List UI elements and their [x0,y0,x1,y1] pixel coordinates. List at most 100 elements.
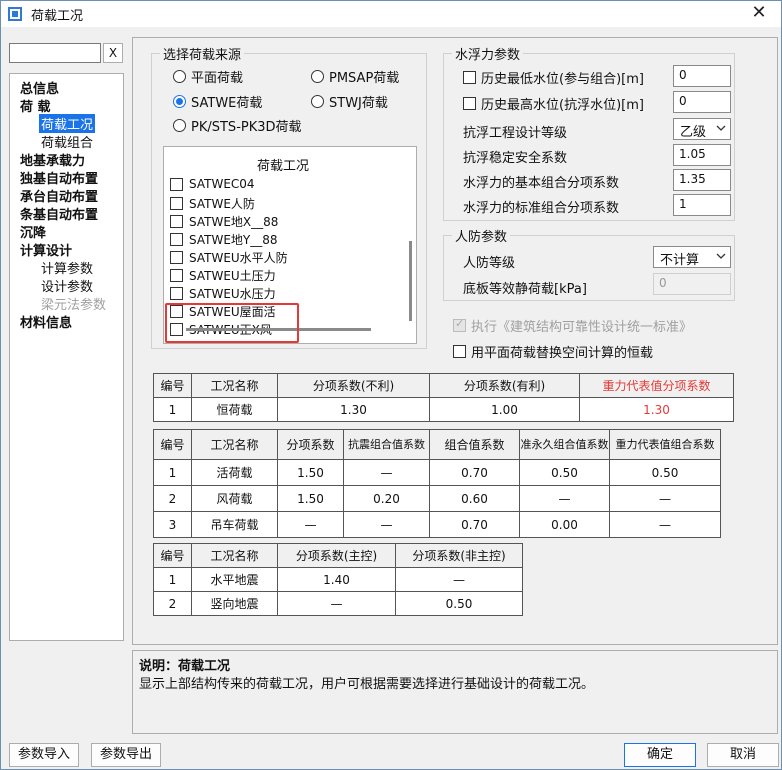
checkbox[interactable] [170,287,183,300]
civil-defense-grade-select[interactable]: 不计算 [653,246,731,268]
tree-item-calc-params[interactable]: 计算参数 [41,258,93,277]
tree-item-calc-design[interactable]: 计算设计 [20,240,72,259]
checkbox[interactable] [170,269,183,282]
table-cell[interactable]: — [609,511,721,538]
table-cell[interactable]: — [395,567,523,592]
tree-item-load-combos[interactable]: 荷载组合 [41,132,93,151]
table-cell: 3 [153,511,192,538]
ok-button[interactable]: 确定 [624,743,696,767]
table-cell[interactable]: — [343,511,430,538]
select-value: 不计算 [660,253,700,268]
low-water-field[interactable]: 0 [673,65,731,87]
stability-field[interactable]: 1.05 [673,144,731,166]
list-item[interactable]: SATWEU水平人防 [170,249,288,266]
table-header-row: 编号 工况名称 分项系数(不利) 分项系数(有利) 重力代表值分项系数 [153,373,734,398]
tree-item-strip-footing[interactable]: 条基自动布置 [20,204,98,223]
tree-item-isolated-footing[interactable]: 独基自动布置 [20,168,98,187]
search-input[interactable] [9,43,101,63]
table-cell[interactable]: 1.50 [277,459,344,486]
civil-defense-grade-label: 人防等级 [463,256,516,271]
app-icon [8,7,22,21]
table-cell: 恒荷载 [191,397,278,422]
tree-item-general[interactable]: 总信息 [20,78,59,97]
table-header-cell: 工况名称 [191,543,278,568]
table-cell[interactable]: 0.50 [609,459,721,486]
radio-pmsap-load[interactable]: PMSAP荷载 [311,67,399,86]
table-header-cell: 编号 [153,373,192,398]
high-water-field[interactable]: 0 [673,91,731,113]
table-cell: 2 [153,485,192,512]
radio-satwe-load[interactable]: SATWE荷载 [173,92,262,111]
checkbox-label: 历史最高水位(抗浮水位)[m] [481,98,644,113]
table-header-cell: 分项系数(主控) [277,543,396,568]
table-header-cell: 编号 [153,429,192,460]
load-source-title: 选择荷载来源 [160,44,245,63]
standard-factor-field[interactable]: 1 [673,194,731,216]
replace-dead-load-checkbox[interactable]: 用平面荷载替换空间计算的恒载 [453,342,653,361]
table-cell[interactable]: 1.30 [277,397,430,422]
standard-checkbox: 执行《建筑结构可靠性设计统一标准》 [453,316,692,335]
tree-item-materials[interactable]: 材料信息 [20,312,72,331]
table-cell[interactable]: 0.50 [395,591,523,616]
tree-item-beam-element: 梁元法参数 [41,298,107,313]
list-item[interactable]: SATWE地Y__88 [170,231,278,248]
radio-plane-load[interactable]: 平面荷载 [173,67,243,86]
table-header-cell: 分项系数(非主控) [395,543,523,568]
checkbox[interactable] [170,251,183,264]
table-cell[interactable]: 0.60 [429,485,520,512]
cancel-button[interactable]: 取消 [707,743,779,767]
export-params-button[interactable]: 参数导出 [91,743,161,767]
table-cell[interactable]: 0.20 [343,485,430,512]
tree-item-load-cases[interactable]: 荷载工况 [39,114,96,133]
checkbox[interactable] [463,97,476,110]
checkbox[interactable] [170,177,183,191]
table-cell[interactable]: — [519,485,610,512]
tree-item-settlement[interactable]: 沉降 [20,222,46,241]
table-header-cell: 重力代表值组合系数 [609,429,721,460]
list-item[interactable]: SATWEC04 [170,177,255,191]
checkbox[interactable] [463,71,476,84]
table-cell[interactable]: 0.00 [519,511,610,538]
anti-float-grade-select[interactable]: 乙级 [673,118,731,140]
high-water-checkbox[interactable]: 历史最高水位(抗浮水位)[m] [463,94,644,113]
tree-item-pile-cap[interactable]: 承台自动布置 [20,186,98,205]
table-cell[interactable]: — [277,511,344,538]
checkbox[interactable] [170,215,183,228]
table-cell[interactable]: — [343,459,430,486]
radio-dot [311,70,324,83]
anti-float-grade-label: 抗浮工程设计等级 [463,126,568,141]
checkbox[interactable] [170,197,183,210]
table-header-cell: 编号 [153,543,192,568]
checkbox-label: 历史最低水位(参与组合)[m] [481,72,644,87]
checkbox[interactable] [453,345,466,358]
basic-factor-field[interactable]: 1.35 [673,169,731,191]
tree-item-bearing[interactable]: 地基承载力 [20,150,85,169]
close-icon[interactable]: ✕ [737,1,781,27]
list-item[interactable]: SATWE人防 [170,195,255,212]
radio-dot [173,119,186,132]
table-cell[interactable]: 0.50 [519,459,610,486]
table-cell[interactable]: 1.00 [429,397,580,422]
radio-stwj-load[interactable]: STWJ荷载 [311,92,388,111]
table-cell[interactable]: 0.70 [429,459,520,486]
vertical-scrollbar[interactable] [409,241,412,321]
checkbox[interactable] [170,233,183,246]
list-item[interactable]: SATWEU水压力 [170,285,276,302]
clear-search-button[interactable]: X [103,43,123,63]
list-item[interactable]: SATWEU土压力 [170,267,276,284]
low-water-checkbox[interactable]: 历史最低水位(参与组合)[m] [463,68,644,87]
table-cell[interactable]: — [609,485,721,512]
tree-item-design-params[interactable]: 设计参数 [41,276,93,295]
table-cell[interactable]: 1.40 [277,567,396,592]
list-item[interactable]: SATWE地X__88 [170,213,278,230]
table-cell[interactable]: — [277,591,396,616]
tree-item-loads[interactable]: 荷 载 [20,96,51,115]
import-params-button[interactable]: 参数导入 [9,743,79,767]
table-header-cell: 抗震组合值系数 [343,429,430,460]
radio-pk-sts-load[interactable]: PK/STS-PK3D荷载 [173,116,302,135]
highlight-box [165,303,299,343]
table-header-row: 编号 工况名称 分项系数(主控) 分项系数(非主控) [153,543,523,568]
table-cell[interactable]: 0.70 [429,511,520,538]
table-cell[interactable]: 1.30 [579,397,734,422]
table-cell[interactable]: 1.50 [277,485,344,512]
